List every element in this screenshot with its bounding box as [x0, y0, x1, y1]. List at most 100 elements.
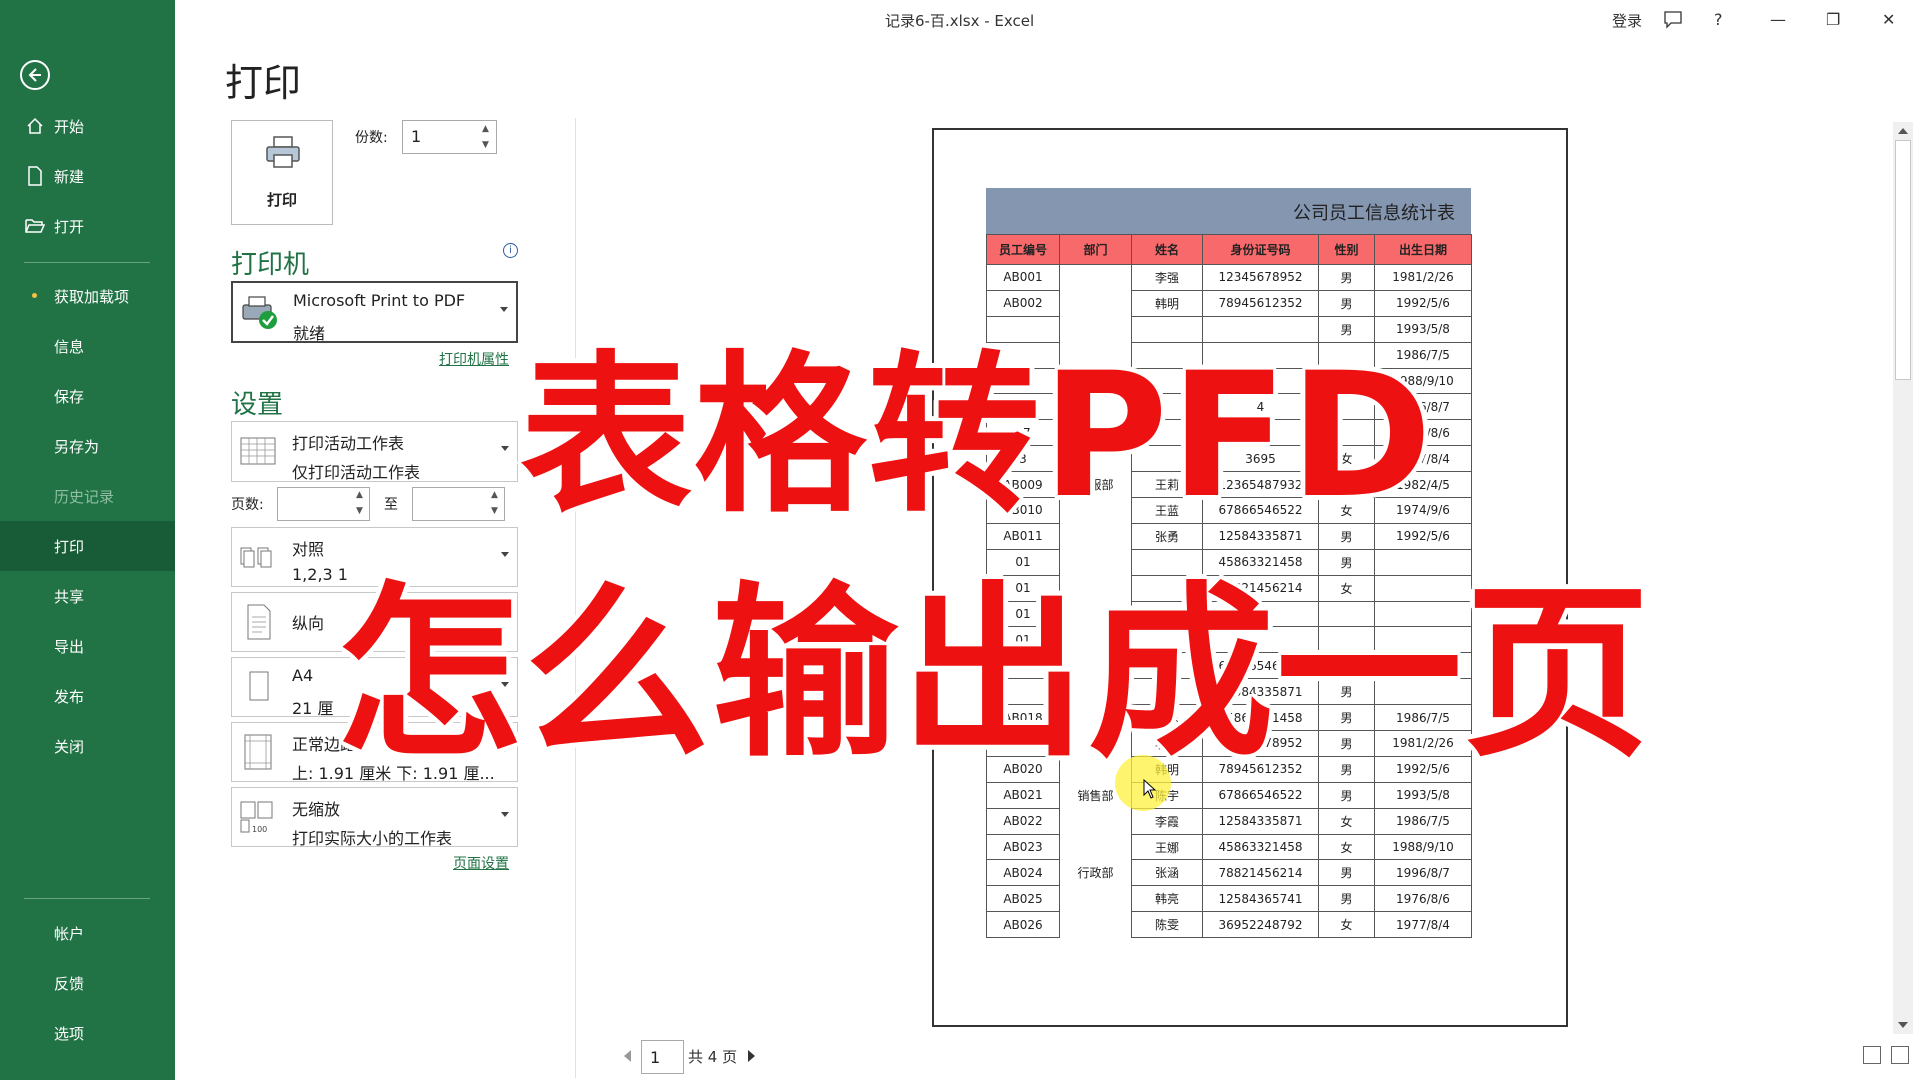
current-page-input[interactable]: 1: [641, 1040, 684, 1074]
nav-options[interactable]: 选项: [0, 1008, 175, 1058]
table-cell: AB001: [986, 264, 1060, 291]
print-what-desc: 仅打印活动工作表: [292, 463, 421, 482]
table-cell: AB026: [986, 911, 1060, 939]
table-cell: [1059, 834, 1132, 860]
table-cell: AB022: [986, 807, 1060, 835]
page-total: 共 4 页: [688, 1048, 738, 1066]
table-cell: 男: [1318, 859, 1375, 887]
printer-dropdown[interactable]: Microsoft Print to PDF 就绪: [231, 281, 518, 343]
preview-scrollbar[interactable]: [1893, 122, 1913, 1034]
copies-up-icon[interactable]: ▲: [482, 124, 489, 134]
nav-label: 共享: [54, 587, 85, 606]
pdf-printer-icon: [242, 296, 277, 329]
nav-label: 选项: [54, 1024, 85, 1043]
table-cell: 1976/8/6: [1374, 885, 1472, 913]
chevron-down-icon: [501, 812, 509, 817]
nav-label: 打开: [54, 217, 85, 236]
table-cell: 12345678952: [1202, 264, 1319, 291]
nav-save[interactable]: 保存: [0, 371, 175, 421]
previous-page-icon[interactable]: [624, 1050, 631, 1062]
nav-label: 保存: [54, 387, 85, 406]
sheet-grid-icon: [240, 437, 276, 465]
nav-label: 开始: [54, 117, 85, 136]
minimize-icon[interactable]: —: [1770, 10, 1786, 29]
paper-size-label: A4: [292, 666, 314, 685]
table-cell: 女: [1318, 911, 1375, 939]
restore-icon[interactable]: ❐: [1826, 10, 1840, 29]
close-icon[interactable]: ✕: [1882, 10, 1895, 29]
nav-label: 另存为: [54, 437, 100, 456]
pages-to-up-icon[interactable]: ▲: [491, 490, 498, 500]
nav-history: 历史记录: [0, 471, 175, 521]
column-header: 员工编号: [986, 234, 1060, 265]
nav-share[interactable]: 共享: [0, 571, 175, 621]
pages-from-up-icon[interactable]: ▲: [356, 490, 363, 500]
help-icon[interactable]: ?: [1714, 10, 1723, 29]
login-link[interactable]: 登录: [1612, 10, 1642, 31]
margins-icon: [244, 734, 272, 770]
pages-to-down-icon[interactable]: ▼: [491, 506, 498, 516]
print-button[interactable]: 打印: [231, 120, 333, 225]
collate-icon: [240, 547, 272, 568]
table-row: AB001 李强 12345678952 男 1981/2/26: [986, 264, 1472, 291]
table-cell: 1988/9/10: [1374, 833, 1472, 861]
next-page-icon[interactable]: [748, 1050, 755, 1062]
table-cell: AB023: [986, 833, 1060, 861]
feedback-icon[interactable]: [1663, 10, 1683, 34]
table-row: AB024 行政部 张涵 78821456214 男 1996/8/7: [986, 859, 1472, 887]
nav-save-as[interactable]: 另存为: [0, 421, 175, 471]
print-what-dropdown[interactable]: 打印活动工作表 仅打印活动工作表: [231, 421, 518, 482]
info-icon[interactable]: i: [503, 243, 518, 258]
nav-separator: [24, 898, 150, 899]
window-title: 记录6-百.xlsx - Excel: [885, 12, 1035, 30]
nav-close[interactable]: 关闭: [0, 721, 175, 771]
title-bar: 记录6-百.xlsx - Excel 登录 ? — ❐ ✕: [175, 0, 1920, 40]
folder-open-icon: [24, 215, 46, 237]
paper-size-desc: 21 厘: [292, 699, 334, 718]
column-header: 出生日期: [1374, 234, 1472, 265]
nav-account[interactable]: 帐户: [0, 908, 175, 958]
pages-from-down-icon[interactable]: ▼: [356, 506, 363, 516]
table-cell: 李霞: [1131, 807, 1203, 835]
table-row: AB026 陈雯 36952248792 女 1977/8/4: [986, 911, 1472, 939]
sheet-title: 公司员工信息统计表: [986, 188, 1471, 234]
paper-icon: [249, 671, 269, 701]
nav-get-addins[interactable]: 获取加载项: [0, 271, 175, 321]
table-cell: AB024: [986, 859, 1060, 887]
nav-print[interactable]: 打印: [0, 521, 175, 571]
page-setup-link[interactable]: 页面设置: [453, 853, 509, 873]
table-row: AB025 韩亮 12584365741 男 1976/8/6: [986, 885, 1472, 913]
orientation-label: 纵向: [292, 614, 325, 633]
svg-text:100: 100: [252, 825, 267, 834]
nav-open[interactable]: 打开: [0, 201, 175, 251]
nav-feedback[interactable]: 反馈: [0, 958, 175, 1008]
printer-properties-link[interactable]: 打印机属性: [439, 349, 509, 369]
scroll-up-icon[interactable]: [1898, 128, 1908, 134]
pages-label: 页数:: [231, 497, 264, 513]
mouse-cursor-icon: [1143, 779, 1157, 799]
scroll-down-icon[interactable]: [1898, 1022, 1908, 1028]
zoom-to-page-icon[interactable]: [1891, 1046, 1909, 1064]
nav-export[interactable]: 导出: [0, 621, 175, 671]
table-cell: 12584335871: [1202, 807, 1319, 835]
table-cell: [1059, 808, 1132, 835]
back-arrow-icon[interactable]: [20, 60, 50, 90]
nav-new[interactable]: 新建: [0, 151, 175, 201]
scaling-dropdown[interactable]: 100 无缩放 打印实际大小的工作表: [231, 787, 518, 848]
nav-label: 关闭: [54, 737, 85, 756]
copies-down-icon[interactable]: ▼: [482, 140, 489, 150]
nav-home[interactable]: 开始: [0, 101, 175, 151]
portrait-page-icon: [247, 604, 271, 640]
nav-publish[interactable]: 发布: [0, 671, 175, 721]
nav-info[interactable]: 信息: [0, 321, 175, 371]
table-row: AB022 李霞 12584335871 女 1986/7/5: [986, 807, 1472, 835]
nav-label: 新建: [54, 167, 85, 186]
table-row: AB023 王娜 45863321458 女 1988/9/10: [986, 833, 1472, 861]
table-cell: 男: [1318, 264, 1375, 291]
show-margins-icon[interactable]: [1863, 1046, 1881, 1064]
overlay-caption-line2: 怎么输出成一页: [336, 565, 1653, 782]
table-cell: 韩亮: [1131, 885, 1203, 913]
scrollbar-thumb[interactable]: [1895, 140, 1911, 380]
table-cell: 1981/2/26: [1374, 264, 1472, 291]
table-cell: 78821456214: [1202, 859, 1319, 887]
